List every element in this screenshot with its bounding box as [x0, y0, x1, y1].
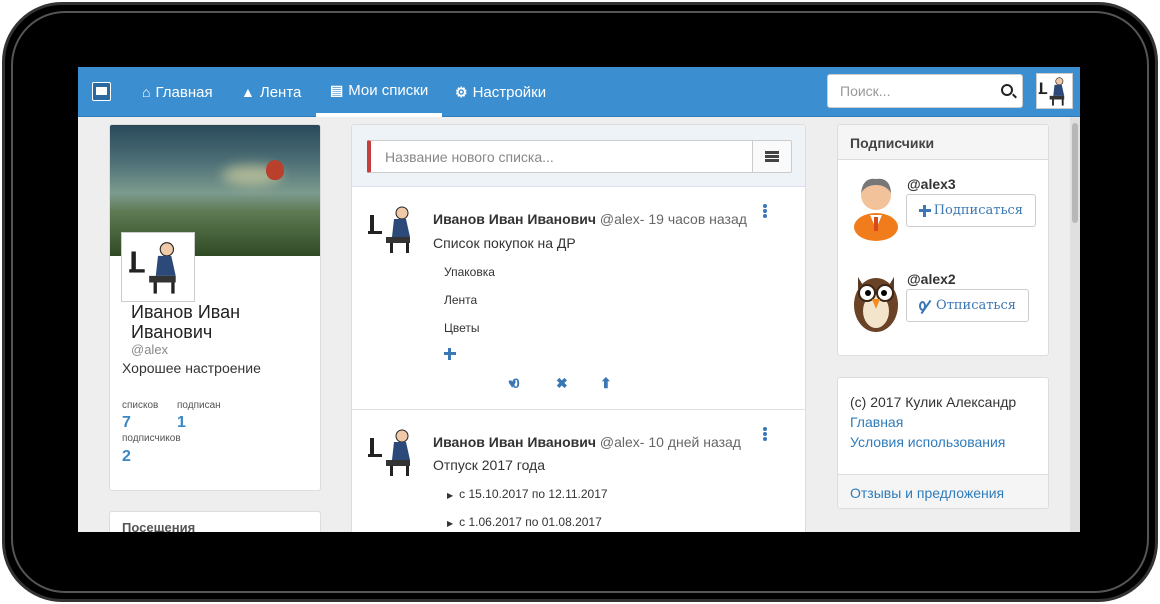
nav-settings-label: Настройки — [472, 83, 547, 101]
follower-handle[interactable]: @alex2 — [907, 271, 956, 287]
stat-following-value[interactable]: 1 — [177, 414, 186, 432]
nav-settings[interactable]: ⚙ Настройки — [441, 67, 560, 117]
post-author-avatar[interactable] — [366, 201, 422, 257]
profile-avatar[interactable] — [122, 233, 194, 301]
stat-following-label: подписан — [177, 400, 221, 411]
search-input[interactable] — [828, 75, 988, 107]
followers-title: Подписчики — [850, 135, 935, 151]
followers-card: Подписчики @alex3 Подписаться @alex2 Отп… — [837, 124, 1049, 356]
new-list-input[interactable] — [371, 141, 752, 172]
eye-slash-icon — [919, 300, 927, 311]
post-title: Список покупок на ДР — [433, 235, 576, 251]
list-item: ▶ с 1.06.2017 по 01.08.2017 — [447, 515, 602, 529]
bullet-icon: ▶ — [447, 519, 454, 528]
page-scrollbar[interactable] — [1070, 117, 1080, 532]
profile-status: Хорошее настроение — [122, 360, 261, 376]
post-author[interactable]: Иванов Иван Иванович — [433, 211, 596, 227]
copyright-text: (c) 2017 Кулик Александр — [850, 394, 1017, 410]
cog-icon: ⚙ — [455, 83, 468, 100]
stat-followers-label: подписчиков — [122, 433, 181, 444]
post-author[interactable]: Иванов Иван Иванович — [433, 434, 596, 450]
follower-avatar[interactable] — [850, 265, 902, 335]
nav-feed[interactable]: ▲ Лента — [227, 67, 315, 117]
plus-icon — [919, 204, 931, 217]
road-icon: ▲ — [241, 84, 255, 100]
delete-icon[interactable]: ✖ — [556, 375, 568, 392]
follower-avatar[interactable] — [850, 173, 902, 243]
unsubscribe-button[interactable]: Отписаться — [906, 289, 1029, 322]
new-list-field — [367, 140, 753, 173]
post-meta: @alex- 19 часов назад — [599, 211, 747, 227]
create-list-button[interactable] — [752, 140, 792, 173]
top-navbar: ⌂ Главная ▲ Лента ▤ Мои списки ⚙ Настрой… — [78, 67, 1080, 117]
stat-lists-label: списков — [122, 400, 159, 411]
list-item: Упаковка — [444, 265, 495, 279]
more-vertical-icon[interactable] — [762, 427, 768, 443]
post-title: Отпуск 2017 года — [433, 457, 546, 473]
brand-logo-icon[interactable] — [92, 82, 111, 101]
like-count: 0 — [512, 375, 520, 391]
lists-feed: Иванов Иван Иванович @alex- 19 часов наз… — [351, 124, 806, 532]
post-header: Иванов Иван Иванович @alex- 10 дней наза… — [433, 434, 741, 450]
footer-card: (c) 2017 Кулик Александр Главная Условия… — [837, 377, 1049, 509]
post-header: Иванов Иван Иванович @alex- 19 часов наз… — [433, 211, 747, 227]
unsubscribe-button-label: Отписаться — [936, 298, 1016, 313]
balloon-icon — [266, 160, 284, 180]
nav-my-lists-label: Мои списки — [348, 81, 429, 99]
followers-header: Подписчики — [838, 125, 1048, 160]
nav-feed-label: Лента — [259, 83, 302, 101]
stat-lists-value[interactable]: 7 — [122, 414, 131, 432]
guestbook-card: Посещения — [109, 511, 321, 532]
user-avatar[interactable] — [1036, 73, 1073, 109]
list-post: Иванов Иван Иванович @alex- 19 часов наз… — [352, 187, 805, 409]
profile-card: Иванов Иван Иванович @alex Хорошее настр… — [109, 124, 321, 491]
scrollbar-thumb[interactable] — [1072, 123, 1078, 223]
search-box — [827, 74, 1023, 108]
follower-handle[interactable]: @alex3 — [907, 176, 956, 192]
footer-link-home[interactable]: Главная — [850, 414, 903, 430]
subscribe-button-label: Подписаться — [933, 203, 1023, 218]
profile-name: Иванов Иван Иванович — [131, 302, 241, 342]
stat-followers-value[interactable]: 2 — [122, 448, 131, 466]
bullet-icon: ▶ — [447, 491, 454, 500]
list-item: Лента — [444, 293, 478, 307]
app-screen: ⌂ Главная ▲ Лента ▤ Мои списки ⚙ Настрой… — [78, 67, 1080, 532]
list-alt-icon: ▤ — [330, 81, 344, 98]
list-item-text: с 15.10.2017 по 12.11.2017 — [459, 487, 608, 501]
subscribe-button[interactable]: Подписаться — [906, 194, 1036, 227]
nav-home-label: Главная — [155, 83, 213, 101]
footer-link-terms[interactable]: Условия использования — [850, 434, 1005, 450]
new-list-form — [352, 125, 805, 187]
share-upload-icon[interactable]: ⬆ — [600, 375, 612, 392]
post-meta: @alex- 10 дней назад — [599, 434, 741, 450]
list-item: Цветы — [444, 321, 480, 335]
more-vertical-icon[interactable] — [762, 204, 768, 220]
footer-bottom: Отзывы и предложения — [838, 474, 1048, 508]
list-item-text: с 1.06.2017 по 01.08.2017 — [459, 515, 602, 529]
nav-home[interactable]: ⌂ Главная — [128, 67, 227, 117]
add-item-icon[interactable] — [444, 348, 456, 360]
guestbook-title: Посещения — [122, 520, 196, 532]
profile-handle: @alex — [131, 342, 169, 357]
home-icon: ⌂ — [142, 84, 151, 100]
search-icon[interactable] — [1001, 84, 1013, 96]
list-icon — [765, 151, 779, 162]
nav-my-lists[interactable]: ▤ Мои списки — [316, 67, 443, 117]
list-item: ▶ с 15.10.2017 по 12.11.2017 — [447, 487, 608, 501]
list-post: Иванов Иван Иванович @alex- 10 дней наза… — [352, 410, 805, 532]
footer-link-feedback[interactable]: Отзывы и предложения — [850, 485, 1004, 501]
post-author-avatar[interactable] — [366, 424, 422, 480]
